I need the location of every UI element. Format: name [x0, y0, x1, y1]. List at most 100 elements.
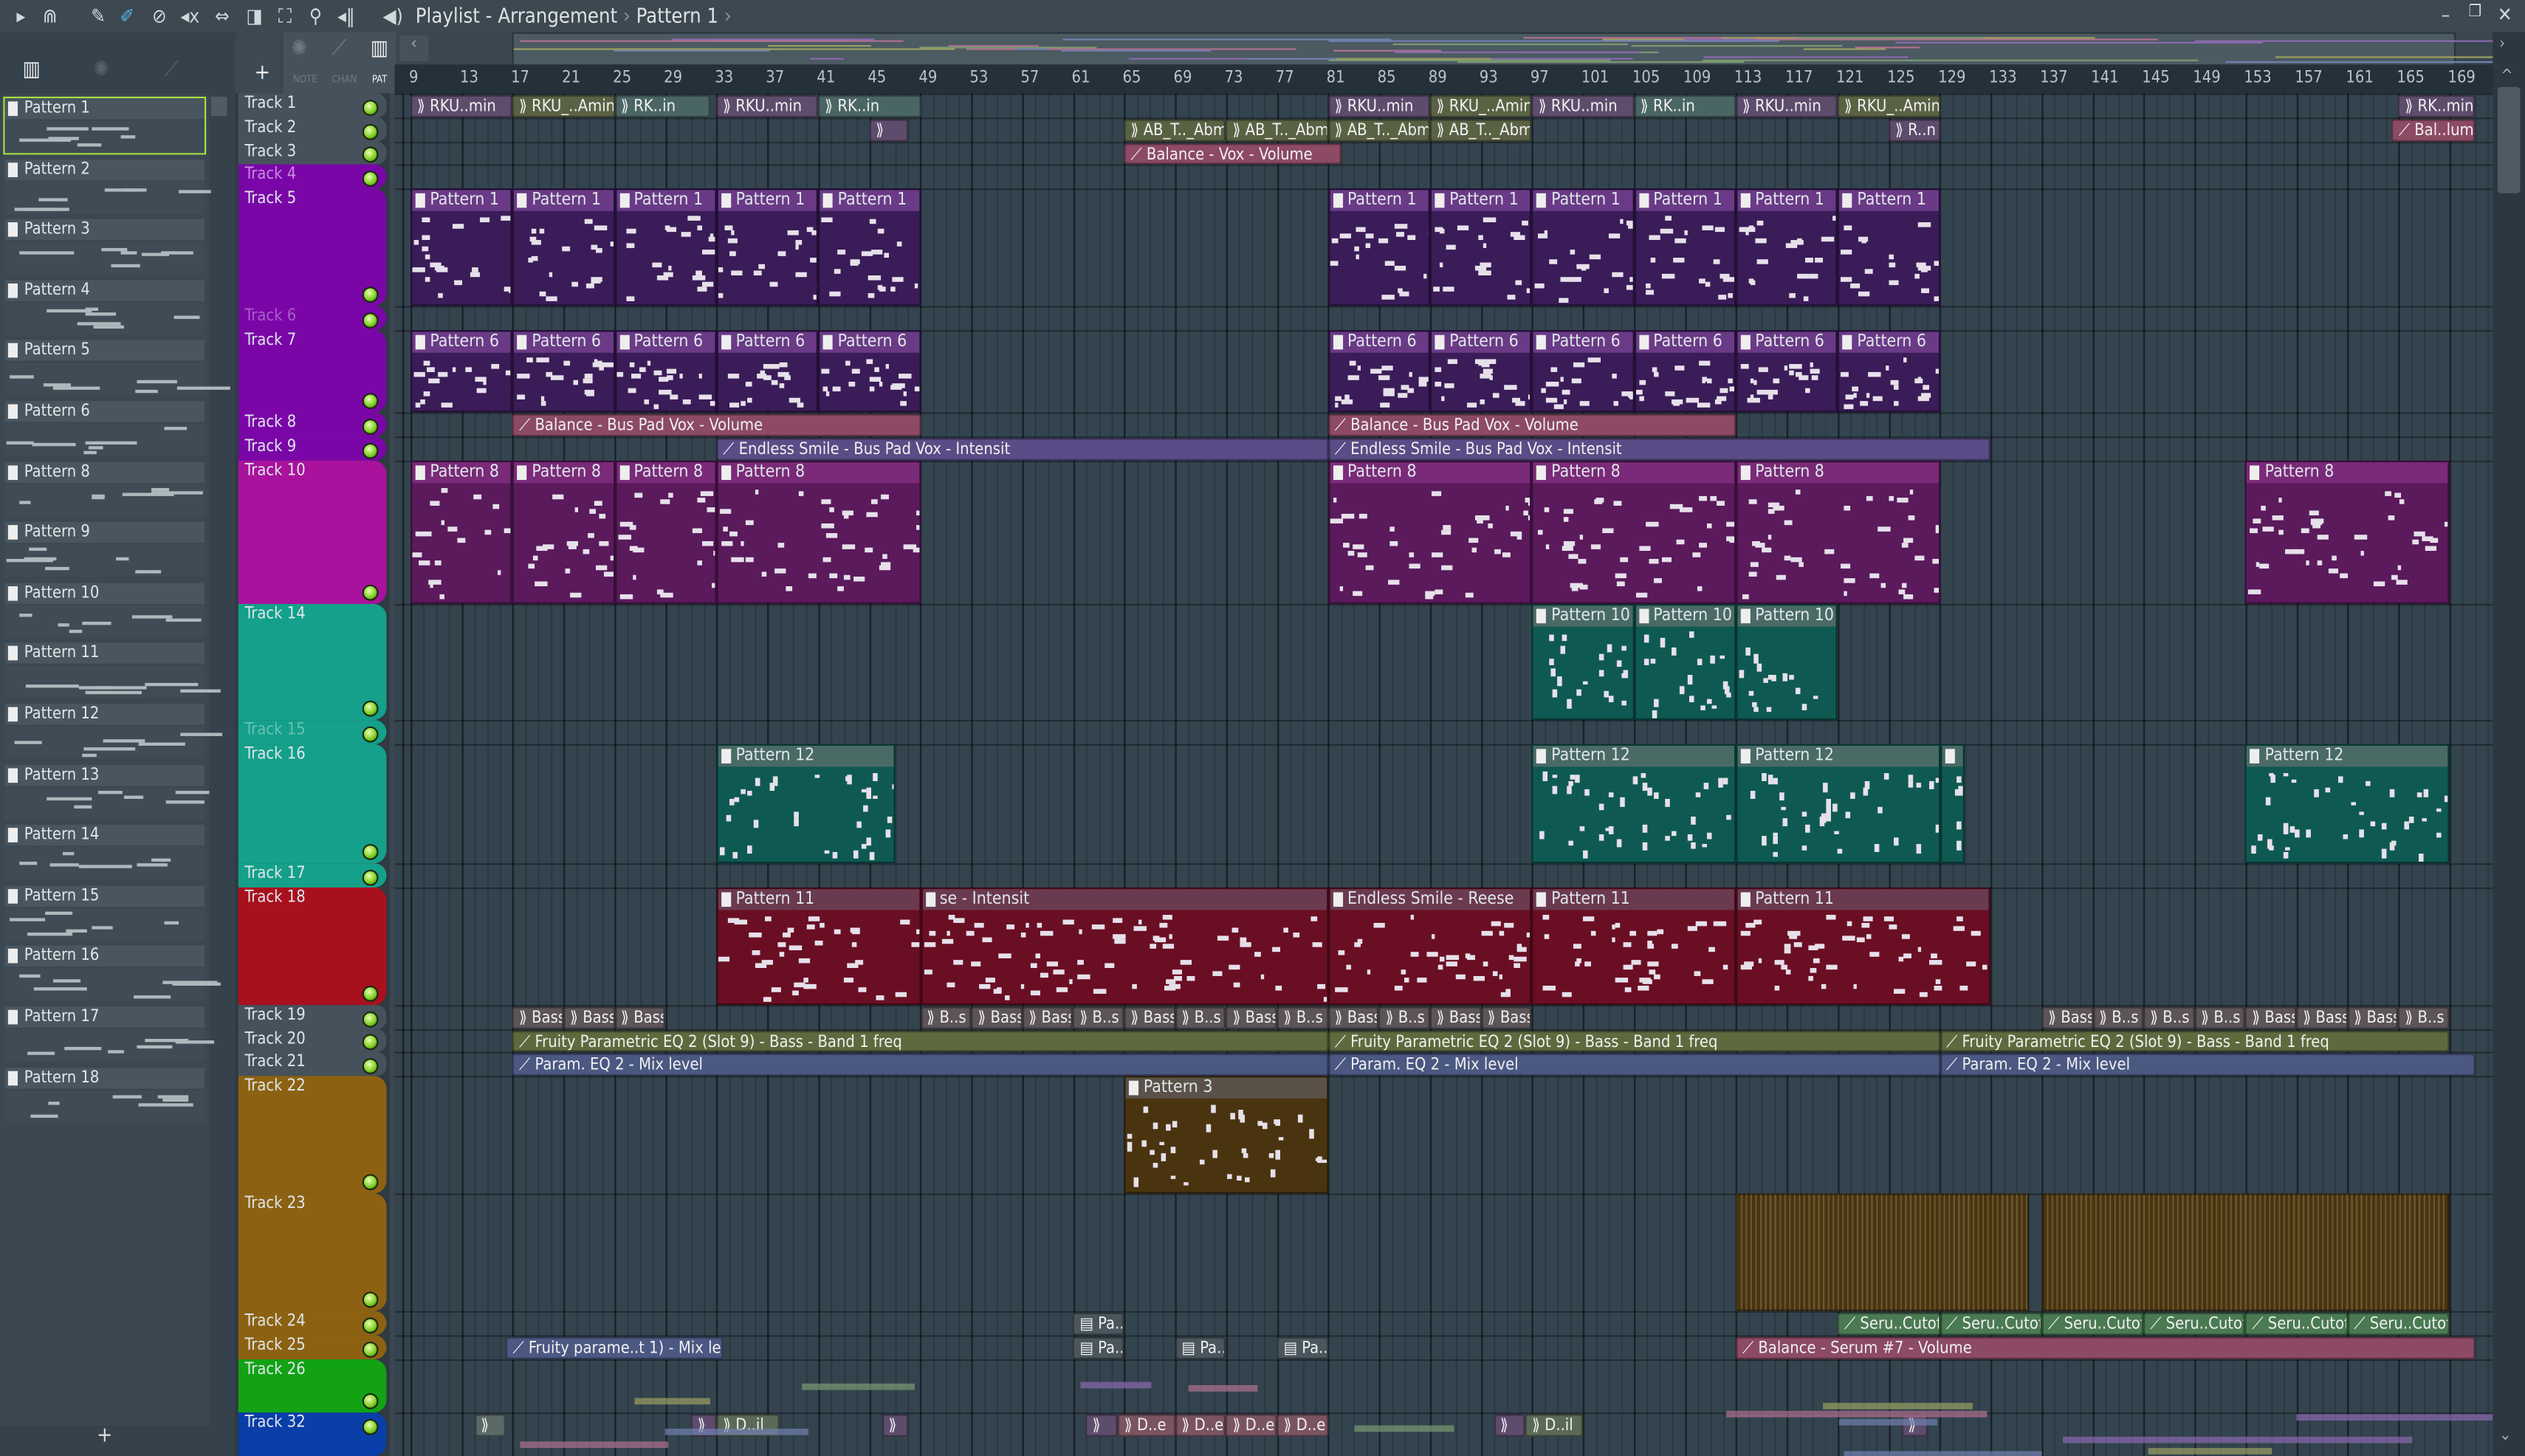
- pattern-clip[interactable]: Pattern 11: [1531, 887, 1736, 1006]
- track-enable-led[interactable]: [362, 986, 379, 1002]
- pattern-clip[interactable]: Pattern 8: [512, 460, 615, 605]
- pattern-clip[interactable]: Pattern 1: [1736, 188, 1838, 306]
- track-name[interactable]: Track 15: [245, 721, 306, 739]
- pattern-clip[interactable]: Pattern 6: [1838, 330, 1940, 413]
- add-track-button[interactable]: +: [235, 32, 281, 94]
- pattern-clip[interactable]: Pattern 6: [1429, 330, 1532, 413]
- pattern-clip[interactable]: Pattern 1: [410, 188, 513, 306]
- track-header[interactable]: Track 26: [238, 1359, 387, 1413]
- clip[interactable]: ⟋ Fruity Parametric EQ 2 (Slot 9) - Bass…: [512, 1031, 1328, 1052]
- track-name[interactable]: Track 1: [245, 95, 297, 113]
- mute-icon[interactable]: ◂x: [179, 5, 202, 28]
- clip[interactable]: ▤ Pa..: [1175, 1336, 1226, 1360]
- pattern-clip[interactable]: se - Intensit: [920, 887, 1328, 1006]
- pattern-clip[interactable]: Pattern 6: [1634, 330, 1736, 413]
- pattern-clip[interactable]: Pattern 1: [1531, 188, 1635, 306]
- track-enable-led[interactable]: [362, 1291, 379, 1308]
- pattern-clip[interactable]: Pattern 6: [512, 330, 615, 413]
- pattern-clip[interactable]: Pattern 3: [1124, 1076, 1328, 1194]
- track-header[interactable]: Track 20: [238, 1029, 387, 1052]
- track-enable-led[interactable]: [362, 99, 379, 115]
- track-enable-led[interactable]: [362, 146, 379, 163]
- playback-icon[interactable]: ◂‖: [335, 5, 358, 28]
- clip[interactable]: ⟫ R..n: [1889, 119, 1940, 142]
- clip[interactable]: ⟫ B..s: [1378, 1006, 1430, 1029]
- speaker-icon[interactable]: ◀): [382, 5, 405, 28]
- chan-filter-icon[interactable]: ⟋: [331, 37, 346, 61]
- pattern-clip[interactable]: Pattern 1: [614, 188, 717, 306]
- pattern-item[interactable]: Pattern 6: [4, 401, 205, 456]
- add-pattern-button[interactable]: +: [0, 1424, 210, 1456]
- restore-button[interactable]: ❐: [2469, 3, 2482, 21]
- clip[interactable]: ⟫ RK..in: [1634, 95, 1736, 118]
- track-enable-led[interactable]: [362, 286, 379, 303]
- clip[interactable]: ⟫ Bass: [1226, 1006, 1277, 1029]
- pattern-clip[interactable]: Pattern 11: [1736, 887, 1991, 1006]
- clip[interactable]: ⟫ D..e: [1118, 1414, 1175, 1437]
- pattern-item[interactable]: Pattern 13: [4, 764, 210, 820]
- piano-roll-icon[interactable]: ▥: [23, 58, 41, 83]
- track-header[interactable]: Track 4: [238, 164, 387, 189]
- pattern-item[interactable]: Pattern 9: [4, 522, 205, 577]
- pattern-item[interactable]: Pattern 18: [4, 1067, 205, 1122]
- clip[interactable]: ⟫ B..s: [920, 1006, 972, 1029]
- clip[interactable]: ⟫ RKU..min: [1736, 95, 1838, 118]
- track-enable-led[interactable]: [362, 1393, 379, 1409]
- track-enable-led[interactable]: [362, 725, 379, 742]
- track-enable-led[interactable]: [362, 1057, 379, 1074]
- track-header[interactable]: Track 7: [238, 330, 387, 413]
- track-enable-led[interactable]: [362, 1341, 379, 1357]
- clip[interactable]: ⟋ Balance - Vox - Volume: [1124, 143, 1341, 165]
- track-name[interactable]: Track 7: [245, 332, 297, 349]
- pattern-clip[interactable]: Pattern 8: [410, 460, 513, 605]
- clip[interactable]: ⟫ Bass: [614, 1006, 666, 1029]
- clip[interactable]: ⟋ Fruity Parametric EQ 2 (Slot 9) - Bass…: [1327, 1031, 1940, 1052]
- track-header[interactable]: Track 16: [238, 744, 387, 864]
- track-name[interactable]: Track 3: [245, 143, 297, 161]
- clip[interactable]: ⟋ Balance - Bus Pad Vox - Volume: [1327, 413, 1736, 437]
- play-arrow-icon[interactable]: ▸: [10, 5, 32, 28]
- pattern-clip[interactable]: [2041, 1193, 2450, 1311]
- clip[interactable]: ⟫: [474, 1414, 506, 1437]
- select-icon[interactable]: ⛶: [274, 5, 297, 28]
- clip[interactable]: ⟫ B..s: [2092, 1006, 2144, 1029]
- track-header[interactable]: Track 19: [238, 1005, 387, 1029]
- clip[interactable]: ⟫ RKU_..Amin: [1838, 95, 1940, 118]
- pattern-clip[interactable]: Pattern 6: [1531, 330, 1635, 413]
- track-name[interactable]: Track 16: [245, 746, 306, 763]
- track-header[interactable]: Track 15: [238, 720, 387, 744]
- pattern-item[interactable]: Pattern 1: [3, 96, 207, 155]
- clip[interactable]: ⟫ B..s: [2398, 1006, 2450, 1029]
- clip[interactable]: ⟋ Seru..Cutoff: [2041, 1312, 2144, 1336]
- clip[interactable]: ⟫ D..il: [1525, 1414, 1583, 1437]
- clip[interactable]: ⟫ AB_T.._Abm: [1327, 119, 1430, 142]
- track-header[interactable]: Track 2: [238, 117, 387, 142]
- pattern-item[interactable]: Pattern 12: [4, 704, 222, 759]
- pattern-clip[interactable]: Pattern 8: [716, 460, 921, 605]
- track-enable-led[interactable]: [362, 1034, 379, 1051]
- track-header[interactable]: Track 9: [238, 436, 387, 461]
- clip[interactable]: ⟫ Bass: [512, 1006, 564, 1029]
- clip[interactable]: ⟫ Bass: [1327, 1006, 1379, 1029]
- pattern-item[interactable]: Pattern 10: [4, 583, 205, 638]
- playlist-grid[interactable]: Pattern 1 Pattern 1 Pattern 1 Pattern 1 Patt…: [394, 93, 2493, 1456]
- clip[interactable]: ⟋ Endless Smile - Bus Pad Vox - Intensit: [1327, 438, 1991, 461]
- pattern-clip[interactable]: Pattern 6: [1327, 330, 1430, 413]
- track-name[interactable]: Track 20: [245, 1031, 306, 1048]
- track-name[interactable]: Track 22: [245, 1077, 306, 1095]
- clip[interactable]: ⟫ B..s: [2194, 1006, 2246, 1029]
- pattern-clip[interactable]: Pattern 11: [716, 887, 921, 1006]
- track-header[interactable]: Track 5: [238, 188, 387, 306]
- track-header[interactable]: Track 17: [238, 863, 387, 887]
- track-name[interactable]: Track 19: [245, 1006, 306, 1024]
- clip[interactable]: ⟋ Endless Smile - Bus Pad Vox - Intensit: [716, 438, 1328, 461]
- automation-icon[interactable]: ⟋: [164, 58, 179, 83]
- clip[interactable]: ⟫ AB_T.._Abm: [1226, 119, 1328, 142]
- vertical-scrollbar[interactable]: › ^ ⌄: [2493, 32, 2525, 1456]
- clip[interactable]: ⟫: [1085, 1414, 1119, 1437]
- delete-icon[interactable]: ⊘: [148, 5, 171, 28]
- track-enable-led[interactable]: [362, 1010, 379, 1027]
- pattern-clip[interactable]: Pattern 10: [1736, 604, 1838, 721]
- clip[interactable]: ⟋ Bal..lume: [2391, 119, 2476, 142]
- clip[interactable]: ⟋ Seru..Cutoff: [2347, 1312, 2450, 1336]
